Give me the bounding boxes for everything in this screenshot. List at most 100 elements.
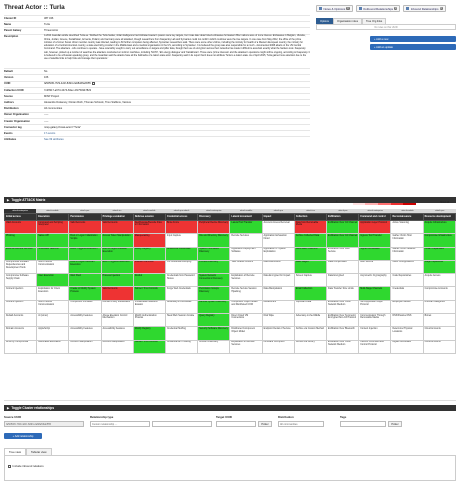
technique-cell[interactable]: Remote System Discovery [197, 299, 231, 315]
technique-cell[interactable]: Data Destruction [261, 259, 295, 275]
technique-cell[interactable]: Taint Shared Content [229, 259, 263, 275]
technique-cell[interactable]: Component Object Model and Distributed C… [229, 299, 263, 315]
technique-cell[interactable]: Accessibility Features [100, 326, 134, 341]
technique-cell[interactable]: Obtain Capabilities [422, 246, 457, 261]
technique-cell[interactable]: Exfiltration Over C2 Channel [326, 233, 360, 248]
technique-cell[interactable]: Determine Physical Locations [390, 326, 424, 341]
technique-cell[interactable]: Direct Cloud VM Connections [229, 313, 263, 328]
technique-cell[interactable]: Unsecured Credentials [165, 246, 199, 261]
technique-cell[interactable]: Event Triggered Execution [100, 259, 134, 275]
technique-cell[interactable]: Domain Policy Modification [100, 299, 134, 315]
technique-cell[interactable]: Deobfuscate/Decode Files or Information [132, 219, 167, 235]
technique-cell[interactable]: Archive via Custom Method [293, 326, 328, 341]
technique-cell[interactable]: Exfiltration Over Symmetric Encrypted No… [326, 313, 360, 328]
technique-cell[interactable]: Exfiltration Over C2 Channel [326, 219, 360, 235]
tags-picker-button[interactable]: Picker [388, 421, 402, 427]
technique-cell[interactable]: Multi-Stage Channels [358, 286, 392, 301]
technique-cell[interactable]: Exfiltration Over Other Network Medium [326, 339, 360, 354]
technique-cell[interactable]: Account Access Removal [261, 219, 295, 235]
technique-cell[interactable]: Boot or Logon Autostart Execution [100, 246, 134, 261]
technique-cell[interactable]: Employee Names [390, 299, 424, 315]
show-all-toggle[interactable]: Show all [440, 201, 449, 204]
technique-cell[interactable]: Content Injection [3, 286, 38, 301]
technique-cell[interactable]: Boot or Logon Autostart Execution [68, 259, 102, 275]
technique-cell[interactable]: Acquire Access [422, 273, 457, 288]
technique-cell[interactable]: External Remote Services [3, 246, 38, 261]
add-new-button[interactable]: + Add a new [370, 36, 456, 42]
technique-cell[interactable]: Compromise Accounts [422, 286, 457, 301]
technique-cell[interactable]: DNS/Passive DNS [390, 313, 424, 328]
target-uuid-input[interactable] [216, 421, 256, 427]
technique-cell[interactable]: Application Deployment Software [229, 246, 263, 261]
technique-cell[interactable]: Modify Registry [132, 326, 167, 341]
technique-cell[interactable]: Exploitation of Remote Services [229, 339, 263, 354]
technique-cell[interactable]: AppleScript [36, 326, 70, 341]
technique-cell[interactable]: Event Triggered Execution [68, 246, 102, 261]
technique-cell[interactable]: Native API [36, 233, 70, 248]
relationship-custom-input[interactable] [152, 421, 212, 427]
technique-cell[interactable]: Data Manipulation [261, 286, 295, 301]
technique-cell[interactable]: Distributed Component Object Model [229, 326, 263, 341]
technique-cell[interactable]: Account Manipulation [100, 339, 134, 354]
technique-cell[interactable]: Data Encrypted [326, 273, 360, 288]
technique-cell[interactable]: Process Injection [100, 273, 134, 288]
technique-cell[interactable]: Archive via Library [293, 339, 328, 354]
technique-cell[interactable]: Acquire Infrastructure [422, 219, 457, 235]
technique-cell[interactable]: Credential Stuffing [165, 326, 199, 341]
technique-cell[interactable]: Inter-Process Communication [36, 299, 70, 315]
technique-cell[interactable]: Exfiltration Over Bluetooth [326, 326, 360, 341]
technique-cell[interactable]: Gather Victim Host Information [390, 233, 424, 248]
technique-cell[interactable]: Valid Accounts [68, 219, 102, 235]
technique-cell[interactable]: Credentials [390, 286, 424, 301]
technique-cell[interactable]: Disk Wipe [261, 313, 295, 328]
technique-cell[interactable]: Subvert Trust Controls [132, 339, 167, 354]
technique-cell[interactable]: Endpoint Denial of Service [261, 326, 295, 341]
technique-cell[interactable]: Inter-Process Communication [36, 259, 70, 275]
technique-cell[interactable]: Asymmetric Cryptography [358, 273, 392, 288]
target-picker-button[interactable]: Picker [258, 421, 272, 427]
technique-cell[interactable]: Data Staged [293, 259, 328, 275]
technique-cell[interactable]: Create or Modify System Process [68, 286, 102, 301]
technique-cell[interactable]: Process Discovery [197, 259, 231, 275]
technique-cell[interactable]: Masquerading [132, 233, 167, 248]
relationship-type-select[interactable]: Custom relationship - - [90, 421, 150, 427]
technique-cell[interactable]: Modify Authentication Process [132, 313, 167, 328]
technique-cell[interactable]: Adversary-in-the-Middle [165, 299, 199, 315]
notes-button[interactable]: Notes & Opinions 0 [316, 5, 353, 12]
technique-cell[interactable]: Cloud Accounts [422, 326, 457, 341]
technique-cell[interactable]: Credential API Hooking [165, 339, 199, 354]
technique-cell[interactable]: Data Encrypted for Impact [261, 273, 295, 288]
technique-cell[interactable]: Compromise Software Dependencies and Dev… [3, 259, 38, 275]
technique-cell[interactable]: Data Transfer Size Limits [326, 286, 360, 301]
tab-tree-view[interactable]: Tree view [4, 448, 27, 455]
technique-cell[interactable]: Boot or Logon Initialization Scripts [68, 233, 102, 248]
technique-cell[interactable]: At (Linux) [36, 313, 70, 328]
technique-cell[interactable]: Exploitation of Remote Services [229, 273, 263, 288]
technique-cell[interactable]: Lateral Tool Transfer [229, 219, 263, 235]
technique-cell[interactable]: System Information Discovery [197, 246, 231, 261]
technique-cell[interactable]: Active Scanning [390, 219, 424, 235]
technique-cell[interactable]: OS Credential Dumping [165, 259, 199, 275]
technique-cell[interactable]: Scheduled Task/Job [36, 246, 70, 261]
technique-cell[interactable]: Adversary-in-the-Middle [293, 313, 328, 328]
technique-cell[interactable]: Content Injection [3, 299, 38, 315]
technique-cell[interactable]: Defacement [261, 299, 295, 315]
technique-cell[interactable]: Exploitation for Client Execution [36, 286, 70, 301]
distribution-select[interactable]: All communities [278, 421, 324, 427]
technique-cell[interactable]: Domain Accounts [3, 326, 38, 341]
technique-cell[interactable]: Clipboard Data [293, 299, 328, 315]
technique-cell[interactable]: Default Accounts [3, 313, 38, 328]
copy-icon[interactable] [91, 82, 95, 86]
technique-cell[interactable]: Web Service [358, 259, 392, 275]
inbound-button[interactable]: Inbound Relationships 0 [403, 5, 446, 12]
technique-cell[interactable]: Brute Force [165, 219, 199, 235]
include-inbound-toggle[interactable]: Include inbound relations [8, 464, 44, 468]
technique-cell[interactable]: Credentials from Password Stores [165, 273, 199, 288]
technique-cell[interactable]: Accessibility Features [68, 326, 102, 341]
technique-cell[interactable]: Client Configurations [390, 259, 424, 275]
technique-cell[interactable]: Security Software Discovery [197, 326, 231, 341]
technique-cell[interactable]: Email Collection [293, 286, 328, 301]
technique-cell[interactable]: System Network Connections Discovery [197, 273, 231, 288]
technique-cell[interactable]: Communication Through Removable Media [358, 313, 392, 328]
technique-cell[interactable]: Subvert Trust Controls [132, 286, 167, 301]
